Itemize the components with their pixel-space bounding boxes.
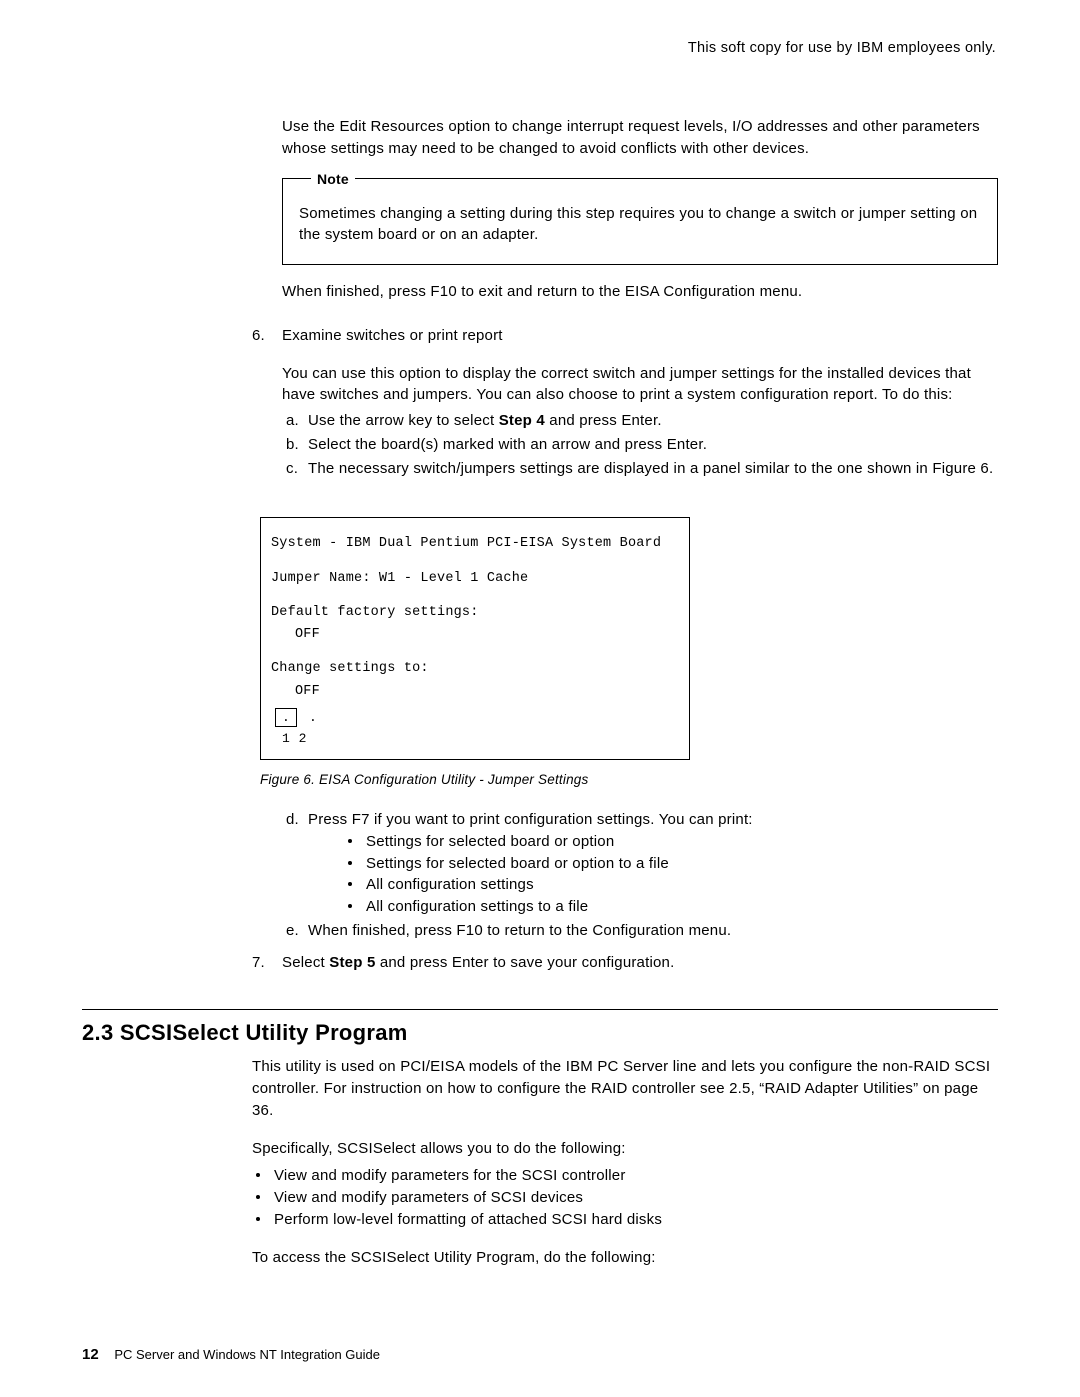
step-6e: e. When finished, press F10 to return to… [282, 920, 998, 942]
step-6d-intro: Press F7 if you want to print configurat… [308, 811, 753, 828]
section-2-3-body: This utility is used on PCI/EISA models … [252, 1056, 998, 1268]
step-7-post: and press Enter to save your configurati… [375, 954, 674, 971]
step-7-bold: Step 5 [329, 954, 375, 971]
step-6: 6. Examine switches or print report You … [252, 325, 998, 942]
jumper-pin-1: . [275, 708, 297, 727]
step-6d-item-1: Settings for selected board or option to… [348, 853, 998, 875]
s23-p1: This utility is used on PCI/EISA models … [252, 1056, 998, 1121]
page-footer: 12 PC Server and Windows NT Integration … [82, 1346, 380, 1363]
step-6-title: Examine switches or print report [282, 325, 998, 347]
note-box: Note Sometimes changing a setting during… [282, 178, 998, 266]
step-6d-item-0: Settings for selected board or option [348, 831, 998, 853]
s23-bullet-1: View and modify parameters of SCSI devic… [256, 1187, 998, 1209]
intro-paragraph: Use the Edit Resources option to change … [282, 116, 998, 160]
fig-change-val: OFF [271, 682, 679, 702]
s23-p3: To access the SCSISelect Utility Program… [252, 1247, 998, 1269]
step-6a-pre: Use the arrow key to select [308, 412, 499, 429]
footer-title: PC Server and Windows NT Integration Gui… [114, 1347, 380, 1362]
fig-default-val: OFF [271, 625, 679, 645]
section-separator [82, 1009, 998, 1010]
jumper-graphic: .. [275, 708, 679, 727]
step-6c-marker: c. [286, 458, 298, 480]
page-number: 12 [82, 1346, 99, 1363]
step-6e-marker: e. [286, 920, 299, 942]
step-6c-text: The necessary switch/jumpers settings ar… [308, 460, 993, 477]
step-6d-marker: d. [286, 809, 299, 831]
fig-change-label: Change settings to: [271, 659, 679, 679]
after-note-paragraph: When finished, press F10 to exit and ret… [282, 281, 998, 303]
step-7: 7. Select Step 5 and press Enter to save… [252, 952, 998, 974]
step-6a-post: and press Enter. [545, 412, 662, 429]
step-6e-text: When finished, press F10 to return to th… [308, 922, 731, 939]
step-6a-bold: Step 4 [499, 412, 545, 429]
fig-jumper-line: Jumper Name: W1 - Level 1 Cache [271, 569, 679, 589]
figure-6-body: System - IBM Dual Pentium PCI-EISA Syste… [271, 534, 679, 748]
step-6-desc: You can use this option to display the c… [282, 363, 998, 407]
step-6b: b. Select the board(s) marked with an ar… [282, 434, 998, 456]
figure-6-box: System - IBM Dual Pentium PCI-EISA Syste… [260, 517, 690, 759]
step-6b-text: Select the board(s) marked with an arrow… [308, 436, 707, 453]
confidential-header: This soft copy for use by IBM employees … [82, 40, 996, 56]
step-6d-item-3: All configuration settings to a file [348, 896, 998, 918]
section-2-3-heading: 2.3 SCSISelect Utility Program [82, 1020, 998, 1046]
step-6-marker: 6. [252, 325, 265, 347]
note-text: Sometimes changing a setting during this… [299, 203, 981, 247]
figure-6-caption: Figure 6. EISA Configuration Utility - J… [260, 770, 998, 790]
step-6a: a. Use the arrow key to select Step 4 an… [282, 410, 998, 432]
step-7-marker: 7. [252, 952, 265, 974]
fig-default-label: Default factory settings: [271, 603, 679, 623]
step-6c: c. The necessary switch/jumpers settings… [282, 458, 998, 480]
note-label: Note [311, 169, 355, 189]
step-6a-marker: a. [286, 410, 299, 432]
jumper-pin-2: . [297, 711, 317, 725]
step-6b-marker: b. [286, 434, 299, 456]
s23-bullet-2: Perform low-level formatting of attached… [256, 1209, 998, 1231]
page: This soft copy for use by IBM employees … [0, 0, 1080, 1397]
step-6d-item-2: All configuration settings [348, 874, 998, 896]
main-body: Use the Edit Resources option to change … [282, 116, 998, 973]
s23-p2: Specifically, SCSISelect allows you to d… [252, 1138, 998, 1160]
step-6d: d. Press F7 if you want to print configu… [282, 809, 998, 918]
step-7-pre: Select [282, 954, 329, 971]
jumper-labels: 1 2 [271, 729, 679, 749]
fig-sys-line: System - IBM Dual Pentium PCI-EISA Syste… [271, 534, 679, 554]
s23-bullet-0: View and modify parameters for the SCSI … [256, 1165, 998, 1187]
